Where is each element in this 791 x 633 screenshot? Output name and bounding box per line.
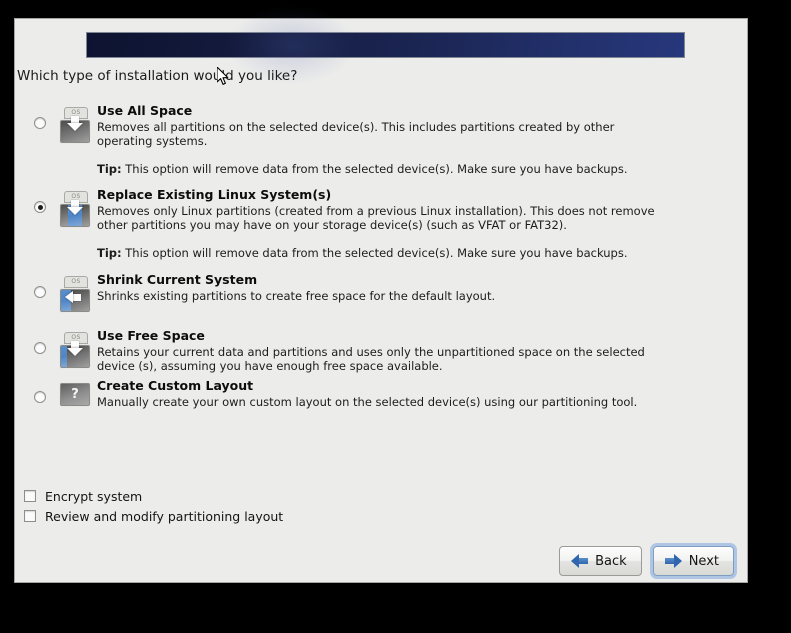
checkbox-review-modify-partitioning[interactable] [24, 510, 36, 522]
option-tip-replace-existing-linux: Tip: This option will remove data from t… [97, 246, 737, 260]
option-row-use-free-space[interactable]: OS Use Free Space Retains your current d… [15, 316, 749, 373]
checkbox-label-encrypt-system: Encrypt system [45, 488, 143, 504]
os-tab-label: OS [64, 276, 88, 288]
option-row-shrink-current-system[interactable]: OS Shrink Current System Shrinks existin… [15, 260, 749, 316]
disk-use-all-space-icon: OS [58, 107, 92, 143]
tip-label: Tip: [97, 246, 122, 260]
icon-cell: OS [53, 260, 97, 312]
arrow-left-icon [571, 554, 589, 568]
disk-shrink-icon: OS [58, 276, 92, 312]
checkbox-row-encrypt-system[interactable]: Encrypt system [24, 486, 283, 506]
option-row-create-custom-layout[interactable]: ? Create Custom Layout Manually create y… [15, 372, 749, 422]
radio-use-free-space[interactable] [34, 342, 46, 354]
options-checkbox-group: Encrypt system Review and modify partiti… [24, 486, 283, 526]
disk-replace-linux-icon: OS [58, 191, 92, 227]
installer-content-pane: Which type of installation would you lik… [14, 5, 749, 583]
disk-use-free-space-icon: OS [58, 332, 92, 368]
option-title-replace-existing-linux: Replace Existing Linux System(s) [97, 187, 332, 202]
installation-type-radio-group[interactable]: OS Use All Space Removes all partitions … [15, 91, 749, 422]
question-mark-icon: ? [60, 383, 90, 406]
radio-use-all-space[interactable] [34, 117, 46, 129]
option-description-shrink-current-system: Shrinks existing partitions to create fr… [97, 289, 496, 303]
icon-cell: OS [53, 175, 97, 227]
radio-cell[interactable] [27, 260, 53, 298]
option-title-use-free-space: Use Free Space [97, 328, 205, 343]
option-description-use-free-space: Retains your current data and partitions… [97, 345, 645, 373]
radio-cell[interactable] [27, 372, 53, 403]
back-button[interactable]: Back [559, 546, 642, 576]
option-tip-use-all-space: Tip: This option will remove data from t… [97, 162, 737, 176]
checkbox-label-review-modify-partitioning: Review and modify partitioning layout [45, 508, 284, 524]
option-row-replace-existing-linux[interactable]: OS Replace Existing Linux System(s) Remo… [15, 175, 749, 260]
text-cell: Use Free Space Retains your current data… [97, 316, 749, 373]
button-bar: Back Next [559, 546, 734, 576]
icon-cell: OS [53, 91, 97, 143]
disk-custom-layout-icon: ? [58, 380, 92, 408]
page-title: Which type of installation would you lik… [17, 68, 298, 84]
option-description-replace-existing-linux: Removes only Linux partitions (created f… [97, 204, 655, 232]
option-title-use-all-space: Use All Space [97, 103, 193, 118]
icon-cell: ? [53, 372, 97, 408]
tip-label: Tip: [97, 162, 122, 176]
radio-cell[interactable] [27, 175, 53, 213]
radio-cell[interactable] [27, 316, 53, 354]
text-cell: Shrink Current System Shrinks existing p… [97, 260, 749, 303]
option-description-create-custom-layout: Manually create your own custom layout o… [97, 395, 638, 409]
text-cell: Create Custom Layout Manually create you… [97, 372, 749, 409]
checkbox-row-review-modify-partitioning[interactable]: Review and modify partitioning layout [24, 506, 283, 526]
text-cell: Use All Space Removes all partitions on … [97, 91, 749, 176]
option-description-use-all-space: Removes all partitions on the selected d… [97, 120, 615, 148]
option-row-use-all-space[interactable]: OS Use All Space Removes all partitions … [15, 91, 749, 176]
icon-cell: OS [53, 316, 97, 368]
screen-root: Which type of installation would you lik… [0, 0, 791, 633]
tip-text: This option will remove data from the se… [121, 246, 628, 260]
tip-text: This option will remove data from the se… [121, 162, 628, 176]
radio-cell[interactable] [27, 91, 53, 129]
next-button[interactable]: Next [652, 546, 734, 576]
checkbox-encrypt-system[interactable] [24, 490, 36, 502]
radio-shrink-current-system[interactable] [34, 286, 46, 298]
back-button-label: Back [595, 553, 627, 569]
header-banner [86, 5, 685, 85]
text-cell: Replace Existing Linux System(s) Removes… [97, 175, 749, 260]
next-button-label: Next [688, 553, 719, 569]
option-title-create-custom-layout: Create Custom Layout [97, 378, 254, 393]
radio-create-custom-layout[interactable] [34, 391, 46, 403]
radio-replace-existing-linux[interactable] [34, 201, 46, 213]
option-title-shrink-current-system: Shrink Current System [97, 272, 258, 287]
arrow-right-icon [664, 554, 682, 568]
